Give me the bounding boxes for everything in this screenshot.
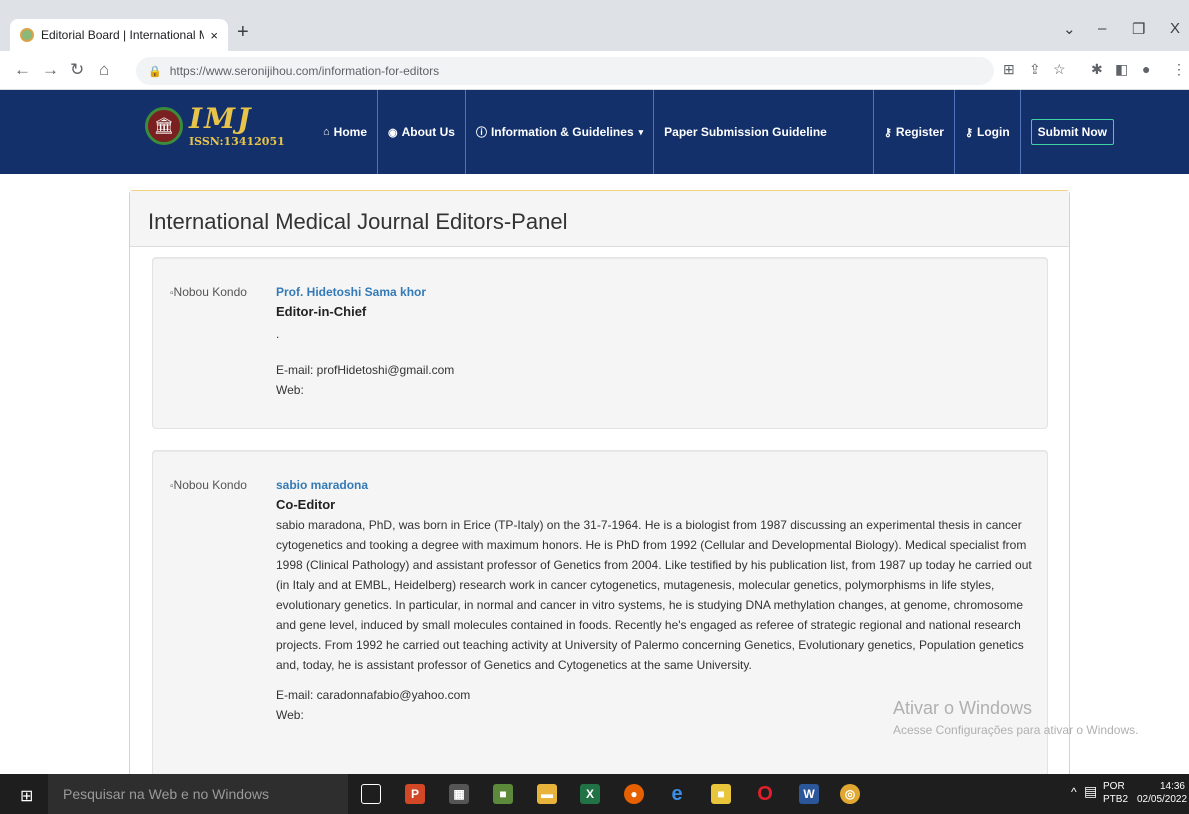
minecraft-icon[interactable]: ■ — [493, 784, 513, 804]
windows-taskbar: ⊞ Pesquisar na Web e no Windows P ▦ ■ ▬ … — [0, 774, 1189, 814]
extensions-icon[interactable]: ✱ — [1091, 61, 1103, 78]
address-bar[interactable]: 🔒 https://www.seronijihou.com/informatio… — [136, 57, 994, 85]
nav-register-label: Register — [895, 125, 944, 139]
editor-bio: sabio maradona, PhD, was born in Erice (… — [276, 518, 1032, 672]
taskbar-search-placeholder: Pesquisar na Web e no Windows — [63, 786, 269, 802]
main-menu: ⌂ Home ◉ About Us ⓘ Information & Guidel… — [313, 90, 1124, 174]
tab-close-icon[interactable]: × — [210, 28, 218, 43]
nav-information-dropdown[interactable]: ⓘ Information & Guidelines ▾ — [464, 90, 653, 174]
eye-icon: ◉ — [388, 126, 398, 139]
profile-avatar-icon[interactable]: ● — [1142, 61, 1150, 77]
nav-info-label: Information & Guidelines — [490, 125, 634, 139]
editor-bio: . — [276, 327, 280, 341]
page-viewport: 🏛 IMJ ISSN:13412051 ⌂ Home ◉ About Us ⓘ … — [0, 90, 1189, 774]
site-navbar: 🏛 IMJ ISSN:13412051 ⌂ Home ◉ About Us ⓘ … — [0, 90, 1189, 174]
nav-submit: Submit Now — [1019, 90, 1124, 174]
editor-photo: ▫Nobou Kondo — [170, 475, 250, 497]
clock[interactable]: 14:36 02/05/2022 — [1137, 780, 1188, 806]
share-icon[interactable]: ⇪ — [1029, 61, 1041, 78]
app-icon[interactable]: ■ — [711, 784, 731, 804]
minimize-button[interactable]: – — [1098, 20, 1106, 37]
panel-heading: International Medical Journal Editors-Pa… — [130, 191, 1069, 247]
home-icon: ⌂ — [323, 126, 330, 138]
bookmark-star-icon[interactable]: ☆ — [1053, 61, 1066, 78]
forward-arrow-icon[interactable]: → — [42, 60, 59, 80]
site-favicon-icon — [20, 28, 34, 42]
nav-about[interactable]: ◉ About Us — [377, 90, 465, 174]
watermark-subtitle: Acesse Configurações para ativar o Windo… — [893, 723, 1139, 737]
opera-icon[interactable]: O — [755, 783, 775, 805]
firefox-icon[interactable]: ● — [624, 784, 644, 804]
file-explorer-icon[interactable]: ▬ — [537, 784, 557, 804]
editor-card: ▫Nobou Kondo Prof. Hidetoshi Sama khor E… — [152, 257, 1048, 429]
tray-chevron-up-icon[interactable]: ^ — [1071, 786, 1077, 799]
nav-home[interactable]: ⌂ Home — [313, 90, 377, 174]
editors-panel: International Medical Journal Editors-Pa… — [129, 190, 1070, 774]
editor-web: Web: — [276, 383, 304, 397]
close-window-button[interactable]: X — [1170, 20, 1180, 37]
tab-search-chevron-icon[interactable]: ⌄ — [1063, 20, 1076, 38]
internet-explorer-icon[interactable]: e — [667, 783, 687, 805]
nav-about-label: About Us — [401, 125, 455, 139]
editor-name-link[interactable]: sabio maradona — [276, 475, 1036, 495]
translate-icon[interactable]: ⊞ — [1003, 61, 1015, 78]
editor-role: Editor-in-Chief — [276, 304, 367, 319]
new-tab-button[interactable]: + — [237, 21, 249, 44]
side-panel-icon[interactable]: ◧ — [1115, 61, 1128, 78]
nav-login[interactable]: ⚷ Login — [953, 90, 1020, 174]
submit-now-button[interactable]: Submit Now — [1030, 119, 1114, 145]
chrome-icon[interactable]: ◎ — [840, 784, 860, 804]
info-circle-icon: ⓘ — [475, 127, 487, 139]
tab-title: Editorial Board | International Me — [41, 28, 205, 42]
powerpoint-icon[interactable]: P — [405, 784, 425, 804]
word-icon[interactable]: W — [799, 784, 819, 804]
logo-mark: IMJ — [189, 102, 253, 135]
reload-icon[interactable]: ↻ — [70, 60, 84, 80]
key-icon: ⚷ — [883, 126, 892, 139]
key-icon: ⚷ — [964, 126, 974, 139]
editor-photo: ▫Nobou Kondo — [170, 282, 250, 304]
task-view-icon[interactable] — [361, 784, 381, 804]
language-indicator[interactable]: POR PTB2 — [1103, 780, 1128, 806]
clock-date: 02/05/2022 — [1137, 794, 1188, 805]
nav-paper-guideline[interactable]: Paper Submission Guideline — [653, 90, 873, 174]
editor-name-link[interactable]: Prof. Hidetoshi Sama khor — [276, 282, 1036, 302]
browser-menu-icon[interactable]: ⋮ — [1172, 61, 1186, 78]
editor-photo-alt: Nobou Kondo — [173, 478, 247, 492]
home-icon[interactable]: ⌂ — [99, 60, 109, 80]
browser-tab[interactable]: Editorial Board | International Me × — [10, 19, 228, 51]
restore-button[interactable]: ❐ — [1132, 20, 1145, 38]
clock-time: 14:36 — [1159, 781, 1185, 792]
windows-activation-watermark: Ativar o Windows Acesse Configurações pa… — [893, 698, 1138, 737]
caret-down-icon: ▾ — [638, 126, 644, 137]
taskbar-search-box[interactable]: Pesquisar na Web e no Windows — [48, 774, 348, 814]
back-arrow-icon[interactable]: ← — [14, 60, 31, 80]
keyboard-layout: PTB2 — [1103, 794, 1129, 805]
editor-role: Co-Editor — [276, 497, 336, 512]
editor-email: E-mail: profHidetoshi@gmail.com — [276, 363, 455, 377]
url-text: https://www.seronijihou.com/information-… — [169, 64, 440, 78]
language-code: POR — [1103, 781, 1125, 792]
notification-icon[interactable]: ▤ — [1084, 784, 1097, 798]
editor-photo-alt: Nobou Kondo — [173, 285, 247, 299]
nav-home-label: Home — [333, 125, 367, 139]
nav-login-label: Login — [977, 125, 1010, 139]
calculator-icon[interactable]: ▦ — [449, 784, 469, 804]
lock-icon: 🔒 — [148, 65, 162, 78]
nav-register[interactable]: ⚷ Register — [872, 90, 954, 174]
nav-paper-label: Paper Submission Guideline — [664, 125, 827, 139]
windows-start-icon[interactable]: ⊞ — [20, 786, 33, 806]
excel-icon[interactable]: X — [580, 784, 600, 804]
logo-issn: ISSN:13412051 — [189, 135, 285, 148]
institution-seal-icon: 🏛 — [145, 107, 183, 145]
browser-toolbar: ← → ↻ ⌂ 🔒 https://www.seronijihou.com/in… — [0, 51, 1189, 90]
watermark-title: Ativar o Windows — [893, 698, 1033, 718]
browser-tab-strip: Editorial Board | International Me × + ⌄… — [0, 0, 1189, 51]
journal-logo[interactable]: 🏛 IMJ ISSN:13412051 — [145, 102, 305, 159]
